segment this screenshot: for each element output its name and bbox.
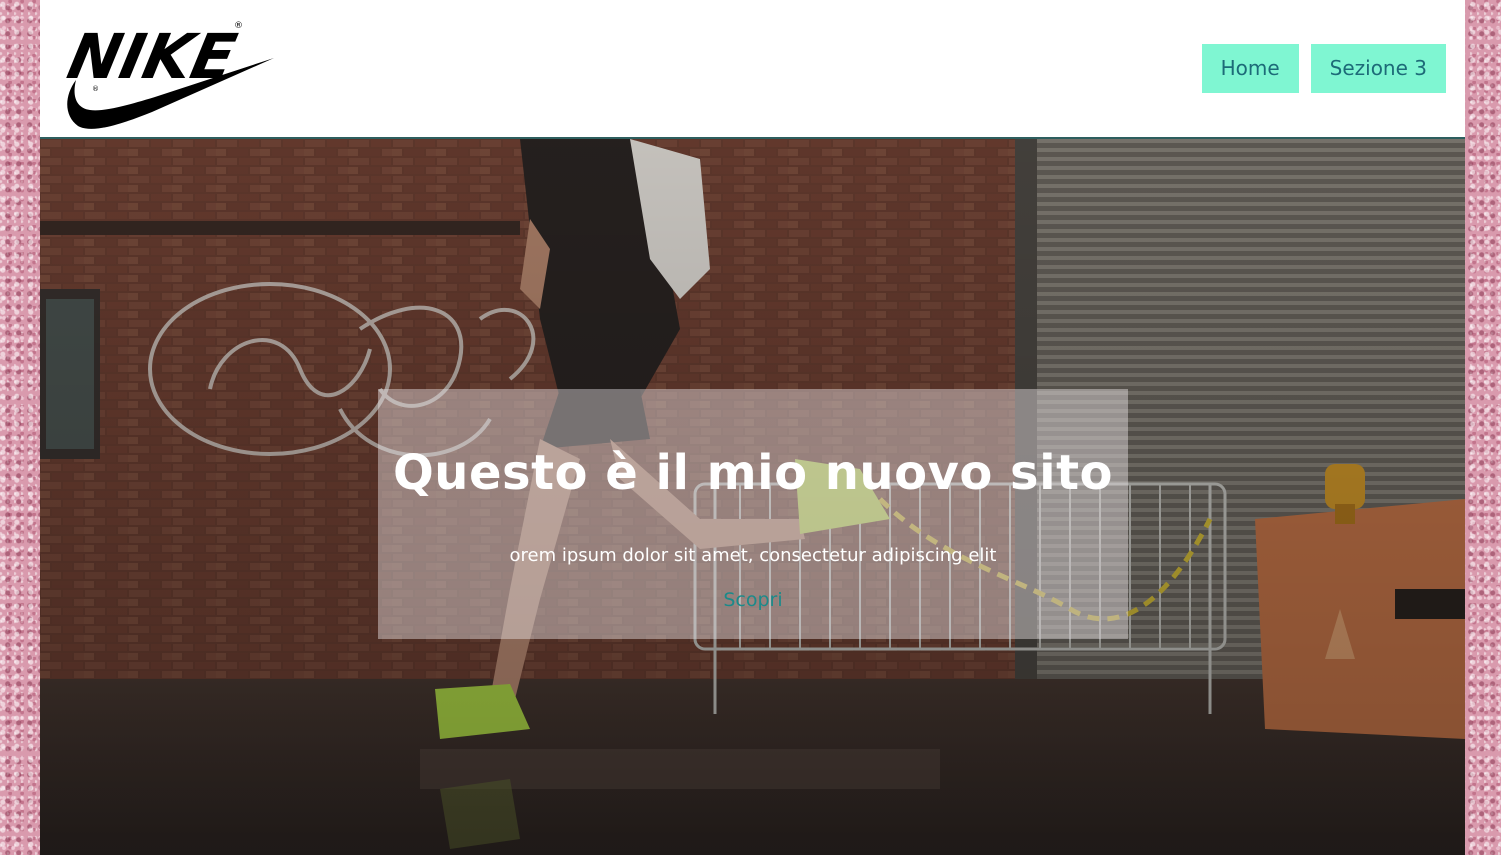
nike-logo[interactable]: NIKE ® ®	[62, 16, 276, 130]
svg-text:®: ®	[234, 21, 243, 31]
page: NIKE ® ® Home Sezione 3 Questo è il mio …	[40, 0, 1465, 855]
hero-section: Questo è il mio nuovo sito orem ipsum do…	[40, 139, 1465, 855]
discover-link[interactable]: Scopri	[378, 589, 1128, 611]
nike-logo-icon: NIKE ® ®	[62, 21, 274, 129]
svg-text:®: ®	[92, 85, 99, 93]
main-nav: Home Sezione 3	[1201, 44, 1446, 93]
hero-text-panel: Questo è il mio nuovo sito orem ipsum do…	[378, 389, 1128, 639]
nav-sezione-3-button[interactable]: Sezione 3	[1310, 44, 1446, 93]
hero-subtitle: orem ipsum dolor sit amet, consectetur a…	[509, 545, 997, 566]
nav-home-button[interactable]: Home	[1201, 44, 1299, 93]
site-header: NIKE ® ® Home Sezione 3	[40, 0, 1465, 139]
hero-title: Questo è il mio nuovo sito	[392, 445, 1113, 501]
